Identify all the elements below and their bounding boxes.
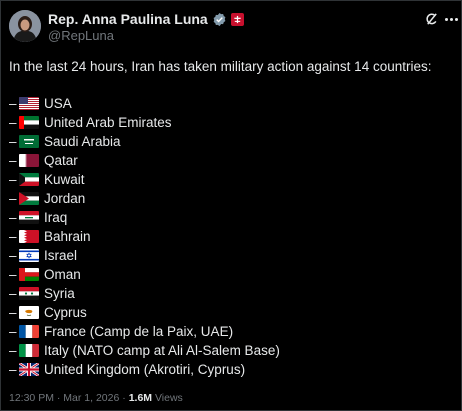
oman-flag-icon [19, 268, 39, 281]
more-icon[interactable] [443, 11, 459, 27]
post-container: Rep. Anna Paulina Luna @RepLuna In the l… [0, 0, 462, 411]
dash: – [9, 362, 17, 377]
author-row: Rep. Anna Paulina Luna [48, 10, 244, 28]
saudi-flag-icon [19, 135, 39, 148]
france-flag-icon [19, 325, 39, 338]
dash: – [9, 115, 17, 130]
post-time[interactable]: 12:30 PM [9, 392, 54, 404]
syria-flag-icon [19, 287, 39, 300]
dash: – [9, 248, 17, 263]
affiliation-badge-icon[interactable] [230, 12, 244, 26]
views-label: Views [154, 392, 183, 404]
list-item: – Cyprus [9, 303, 454, 322]
uk-flag-icon [19, 363, 39, 376]
list-item: – Kuwait [9, 170, 454, 189]
list-item: – USA [9, 94, 454, 113]
list-item: – France (Camp de la Paix, UAE) [9, 322, 454, 341]
list-item: – Saudi Arabia [9, 132, 454, 151]
jordan-flag-icon [19, 192, 39, 205]
views-count: 1.6M [128, 392, 153, 404]
post-date[interactable]: Mar 1, 2026 [63, 392, 119, 404]
us-flag-icon [19, 97, 39, 110]
country-label: Bahrain [44, 229, 91, 244]
dash: – [9, 210, 17, 225]
list-item: – Jordan [9, 189, 454, 208]
country-label: Italy (NATO camp at Ali Al-Salem Base) [44, 343, 280, 358]
italy-flag-icon [19, 344, 39, 357]
avatar[interactable] [9, 10, 41, 42]
uae-flag-icon [19, 116, 39, 129]
country-label: Syria [44, 286, 75, 301]
dash: – [9, 267, 17, 282]
dash: – [9, 153, 17, 168]
country-label: Oman [44, 267, 81, 282]
list-item: – Syria [9, 284, 454, 303]
cyprus-flag-icon [19, 306, 39, 319]
dash: – [9, 191, 17, 206]
author-name[interactable]: Rep. Anna Paulina Luna [48, 11, 208, 27]
verified-badge-icon [212, 12, 227, 27]
country-label: USA [44, 96, 72, 111]
israel-flag-icon [19, 249, 39, 262]
country-label: Cyprus [44, 305, 87, 320]
country-label: France (Camp de la Paix, UAE) [44, 324, 234, 339]
qatar-flag-icon [19, 154, 39, 167]
iraq-flag-icon [19, 211, 39, 224]
country-label: Iraq [44, 210, 68, 225]
country-label: United Arab Emirates [44, 115, 172, 130]
dash: – [9, 324, 17, 339]
post-meta: 12:30 PM · Mar 1, 2026 · 1.6M Views [9, 392, 183, 404]
country-label: Saudi Arabia [44, 134, 121, 149]
dash: – [9, 343, 17, 358]
meta-separator: · [122, 392, 126, 404]
post-text-intro: In the last 24 hours, Iran has taken mil… [9, 59, 432, 74]
dash: – [9, 229, 17, 244]
list-item: – United Arab Emirates [9, 113, 454, 132]
list-item: – Oman [9, 265, 454, 284]
country-label: Jordan [44, 191, 86, 206]
list-item: – Iraq [9, 208, 454, 227]
country-label: Kuwait [44, 172, 85, 187]
country-label: United Kingdom (Akrotiri, Cyprus) [44, 362, 246, 377]
author-handle[interactable]: @RepLuna [48, 28, 114, 43]
list-item: – Bahrain [9, 227, 454, 246]
country-list: – USA – United Arab Emirates – Saudi Ara… [9, 94, 454, 379]
list-item: – Qatar [9, 151, 454, 170]
dash: – [9, 172, 17, 187]
dash: – [9, 286, 17, 301]
dash: – [9, 305, 17, 320]
list-item: – Italy (NATO camp at Ali Al-Salem Base) [9, 341, 454, 360]
country-label: Israel [44, 248, 78, 263]
country-label: Qatar [44, 153, 78, 168]
grok-icon[interactable] [423, 11, 439, 27]
list-item: – Israel [9, 246, 454, 265]
list-item: – United Kingdom (Akrotiri, Cyprus) [9, 360, 454, 379]
meta-separator: · [56, 392, 61, 404]
dash: – [9, 96, 17, 111]
kuwait-flag-icon [19, 173, 39, 186]
dash: – [9, 134, 17, 149]
bahrain-flag-icon [19, 230, 39, 243]
